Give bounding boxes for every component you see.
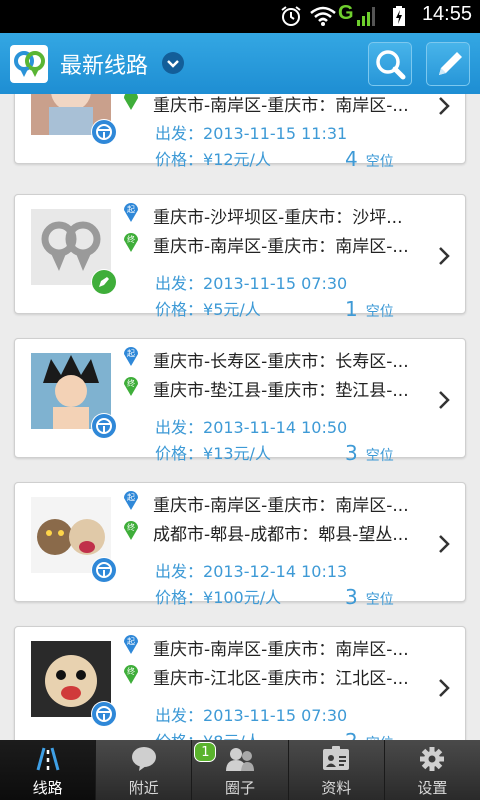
search-button[interactable] (368, 42, 412, 86)
end-pin-icon: 终 (124, 521, 138, 540)
svg-text:终: 终 (127, 378, 135, 388)
publish-button[interactable] (426, 42, 470, 86)
trip-seats: 1 空位 (345, 297, 394, 321)
trip-card[interactable]: 重庆市-南岸区-重庆市：南岸区-... 出发：2013-11-15 11:31 … (14, 94, 466, 171)
trip-origin: 重庆市-南岸区-重庆市：南岸区-... (153, 96, 409, 116)
end-pin-icon: 终 (124, 665, 138, 684)
trip-card[interactable]: 起 终 重庆市-南岸区-重庆市：南岸区-... 成都市-郫县-成都市：郫县-望丛… (14, 482, 466, 609)
svg-text:起: 起 (127, 493, 135, 502)
app-header: 最新线路 (0, 33, 480, 94)
svg-text:起: 起 (127, 637, 135, 646)
search-icon (376, 50, 406, 80)
trip-departure: 出发：2013-11-15 07:30 (155, 706, 348, 725)
nav-label: 设置 (417, 779, 448, 797)
svg-text:起: 起 (127, 349, 135, 358)
nav-tab-routes[interactable]: 线路 (0, 740, 96, 800)
nav-label: 线路 (32, 779, 63, 797)
trip-list[interactable]: 重庆市-南岸区-重庆市：南岸区-... 出发：2013-11-15 11:31 … (0, 94, 480, 740)
nav-tab-circles[interactable]: 1 圈子 (191, 740, 287, 800)
alarm-icon (281, 6, 301, 26)
passenger-icon (92, 270, 116, 294)
chevron-right-icon (439, 535, 450, 553)
end-pin-icon (124, 94, 138, 110)
steering-wheel-icon (92, 120, 116, 144)
chevron-right-icon (439, 391, 450, 409)
svg-text:终: 终 (127, 666, 135, 676)
trip-destination: 重庆市-江北区-重庆市：江北区-... (153, 669, 409, 689)
driver-badge (91, 701, 117, 727)
trip-card[interactable]: 起 终 重庆市-沙坪坝区-重庆市：沙坪... 重庆市-南岸区-重庆市：南岸区-.… (14, 194, 466, 321)
chevron-right-icon (439, 247, 450, 265)
trip-origin: 重庆市-长寿区-重庆市：长寿区-... (153, 352, 409, 372)
group-icon (226, 748, 254, 771)
network-type: G (338, 2, 354, 24)
start-pin-icon: 起 (124, 203, 138, 222)
trip-seats: 3 空位 (345, 585, 394, 609)
trip-departure: 出发：2013-11-15 11:31 (155, 124, 348, 143)
notification-badge: 1 (194, 742, 217, 762)
bubble-icon (131, 747, 156, 771)
end-pin-icon: 终 (124, 233, 138, 252)
trip-departure: 出发：2013-12-14 10:13 (155, 562, 348, 581)
app-logo[interactable] (10, 45, 48, 83)
svg-text:终: 终 (127, 234, 135, 244)
chevron-down-icon (167, 60, 179, 68)
svg-text:起: 起 (127, 205, 135, 214)
battery-charging-icon (393, 6, 405, 26)
trip-card[interactable]: 起 终 重庆市-南岸区-重庆市：南岸区-... 重庆市-江北区-重庆市：江北区-… (14, 626, 466, 740)
bottom-nav: 线路 附近 1 圈子 资料 设置 (0, 740, 480, 800)
trip-destination: 重庆市-南岸区-重庆市：南岸区-... (153, 237, 409, 257)
profile-card-icon (323, 746, 350, 770)
trip-origin: 重庆市-南岸区-重庆市：南岸区-... (153, 640, 409, 660)
trip-origin: 重庆市-南岸区-重庆市：南岸区-... (153, 496, 409, 516)
steering-wheel-icon (92, 414, 116, 438)
trip-price: 价格：¥12元/人 (155, 150, 271, 169)
signal-icon (357, 7, 375, 26)
route-icon (36, 747, 60, 771)
trip-departure: 出发：2013-11-15 07:30 (155, 274, 348, 293)
trip-card[interactable]: 起 终 重庆市-长寿区-重庆市：长寿区-... 重庆市-垫江县-重庆市：垫江县-… (14, 338, 466, 465)
pin-logo-icon (14, 51, 45, 77)
title-dropdown[interactable] (162, 52, 184, 74)
clock: 14:55 (421, 3, 472, 25)
end-pin-icon: 终 (124, 377, 138, 396)
trip-destination: 重庆市-垫江县-重庆市：垫江县-... (153, 381, 409, 401)
trip-seats: 3 空位 (345, 441, 394, 465)
start-pin-icon: 起 (124, 347, 138, 366)
trip-origin: 重庆市-沙坪坝区-重庆市：沙坪... (153, 208, 403, 228)
nav-label: 圈子 (225, 779, 256, 797)
trip-departure: 出发：2013-11-14 10:50 (155, 418, 348, 437)
driver-badge (91, 413, 117, 439)
nav-tab-profile[interactable]: 资料 (287, 740, 384, 800)
start-pin-icon: 起 (124, 491, 138, 510)
trip-price: 价格：¥100元/人 (155, 588, 282, 607)
wifi-icon (310, 6, 336, 26)
trip-price: 价格：¥8元/人 (155, 728, 261, 740)
start-pin-icon: 起 (124, 635, 138, 654)
gear-icon (420, 747, 445, 771)
page-title: 最新线路 (60, 54, 149, 79)
driver-badge (91, 119, 117, 145)
svg-text:终: 终 (127, 522, 135, 532)
status-bar: G 14:55 (0, 0, 480, 33)
nav-label: 附近 (128, 779, 159, 797)
trip-price: 价格：¥13元/人 (155, 444, 271, 463)
steering-wheel-icon (92, 558, 116, 582)
trip-seats: 2空位 (345, 729, 394, 740)
nav-label: 资料 (321, 779, 352, 797)
trip-price: 价格：¥5元/人 (155, 300, 261, 319)
pencil-icon (439, 52, 462, 75)
nav-tab-nearby[interactable]: 附近 (95, 740, 191, 800)
steering-wheel-icon (92, 702, 116, 726)
trip-seats: 4 空位 (345, 147, 394, 171)
passenger-badge (91, 269, 117, 295)
chevron-right-icon (439, 679, 450, 697)
driver-badge (91, 557, 117, 583)
chevron-right-icon (439, 97, 450, 115)
trip-destination: 成都市-郫县-成都市：郫县-望丛... (153, 525, 409, 545)
nav-tab-settings[interactable]: 设置 (383, 740, 480, 800)
